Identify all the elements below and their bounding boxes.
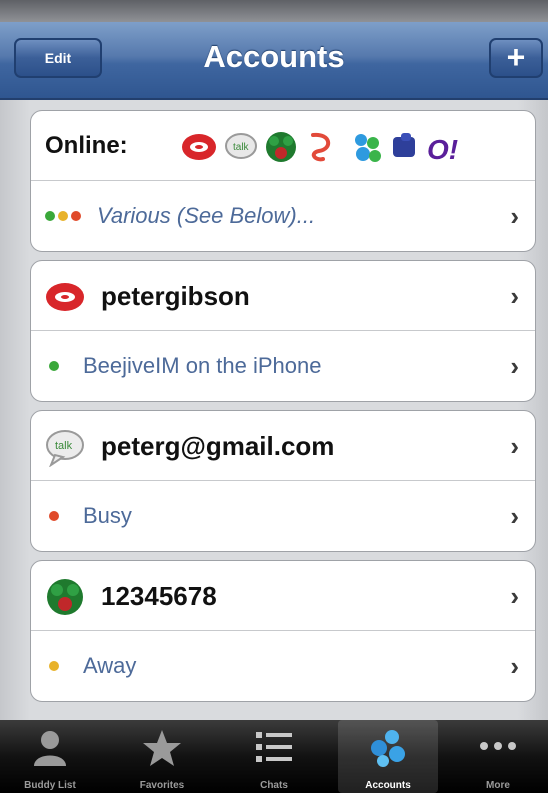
online-summary-group: Online: talk O! Various (See Below)... ›	[30, 110, 536, 252]
tab-label: Accounts	[365, 780, 411, 791]
page-title: Accounts	[203, 39, 345, 74]
chevron-right-icon: ›	[510, 351, 519, 381]
busy-dot	[71, 211, 81, 221]
summary-status: Various (See Below)...	[97, 203, 316, 228]
away-dot	[58, 211, 68, 221]
account-name: peterg@gmail.com	[101, 431, 335, 461]
online-dot	[45, 211, 55, 221]
chevron-right-icon: ›	[510, 501, 519, 531]
chevron-right-icon: ›	[510, 651, 519, 681]
account-group: 12345678 › Away ›	[30, 560, 536, 702]
google-talk-icon: talk	[225, 133, 257, 159]
status-dot	[49, 361, 59, 371]
status-bar	[0, 0, 548, 22]
yahoo-icon: O!	[427, 134, 458, 165]
account-status-row[interactable]: Away ›	[31, 631, 535, 701]
tab-chats[interactable]: Chats	[224, 720, 324, 793]
tab-favorites[interactable]: Favorites	[112, 720, 212, 793]
svg-text:O!: O!	[427, 134, 458, 165]
account-status: BeejiveIM on the iPhone	[83, 353, 322, 378]
chevron-right-icon: ›	[510, 201, 519, 231]
tab-more[interactable]: More	[448, 720, 548, 793]
status-dot	[49, 661, 59, 671]
star-icon	[143, 730, 181, 766]
chevron-right-icon: ›	[510, 431, 519, 461]
online-services-row: Online: talk O!	[31, 111, 535, 181]
account-status: Away	[83, 653, 137, 678]
account-group: petergibson › BeejiveIM on the iPhone ›	[30, 260, 536, 402]
more-icon	[480, 742, 516, 750]
accounts-icon	[371, 730, 405, 767]
tab-label: Favorites	[139, 780, 185, 791]
account-name-row[interactable]: talk peterg@gmail.com ›	[31, 411, 535, 481]
add-account-button[interactable]: +	[489, 38, 543, 78]
icq-icon	[47, 579, 83, 615]
msn-icon	[355, 134, 381, 162]
aim-icon	[182, 134, 216, 160]
account-name: petergibson	[101, 281, 250, 311]
online-services-strip: talk O!	[182, 132, 458, 165]
account-status-row[interactable]: BeejiveIM on the iPhone ›	[31, 331, 535, 401]
svg-text:talk: talk	[55, 440, 73, 452]
chevron-right-icon: ›	[510, 281, 519, 311]
navigation-bar: Edit Accounts +	[0, 22, 548, 100]
chevron-right-icon: ›	[510, 581, 519, 611]
account-group: talk peterg@gmail.com › Busy ›	[30, 410, 536, 552]
accounts-list: Online: talk O! Various (See Below)... ›…	[0, 100, 548, 720]
account-name: 12345678	[101, 581, 217, 611]
tab-label: Chats	[260, 780, 288, 791]
status-dot	[49, 511, 59, 521]
chats-icon	[256, 732, 292, 762]
aim-icon	[46, 283, 84, 311]
buddy-icon	[34, 731, 66, 766]
account-name-row[interactable]: petergibson ›	[31, 261, 535, 331]
tab-label: Buddy List	[24, 780, 76, 791]
tab-accounts[interactable]: Accounts	[338, 720, 438, 793]
jabber-icon	[311, 132, 330, 162]
tab-bar: Buddy List Favorites Chats Accounts More	[0, 720, 548, 793]
svg-text:talk: talk	[233, 142, 250, 153]
account-name-row[interactable]: 12345678 ›	[31, 561, 535, 631]
account-status-row[interactable]: Busy ›	[31, 481, 535, 551]
tab-buddy-list[interactable]: Buddy List	[0, 720, 100, 793]
icq-icon	[266, 132, 296, 162]
myspace-icon	[393, 133, 415, 157]
online-status-row[interactable]: Various (See Below)... ›	[31, 181, 535, 251]
google-talk-icon: talk	[46, 430, 84, 467]
tab-label: More	[486, 780, 510, 791]
online-label: Online:	[45, 132, 128, 159]
account-status: Busy	[83, 503, 132, 528]
